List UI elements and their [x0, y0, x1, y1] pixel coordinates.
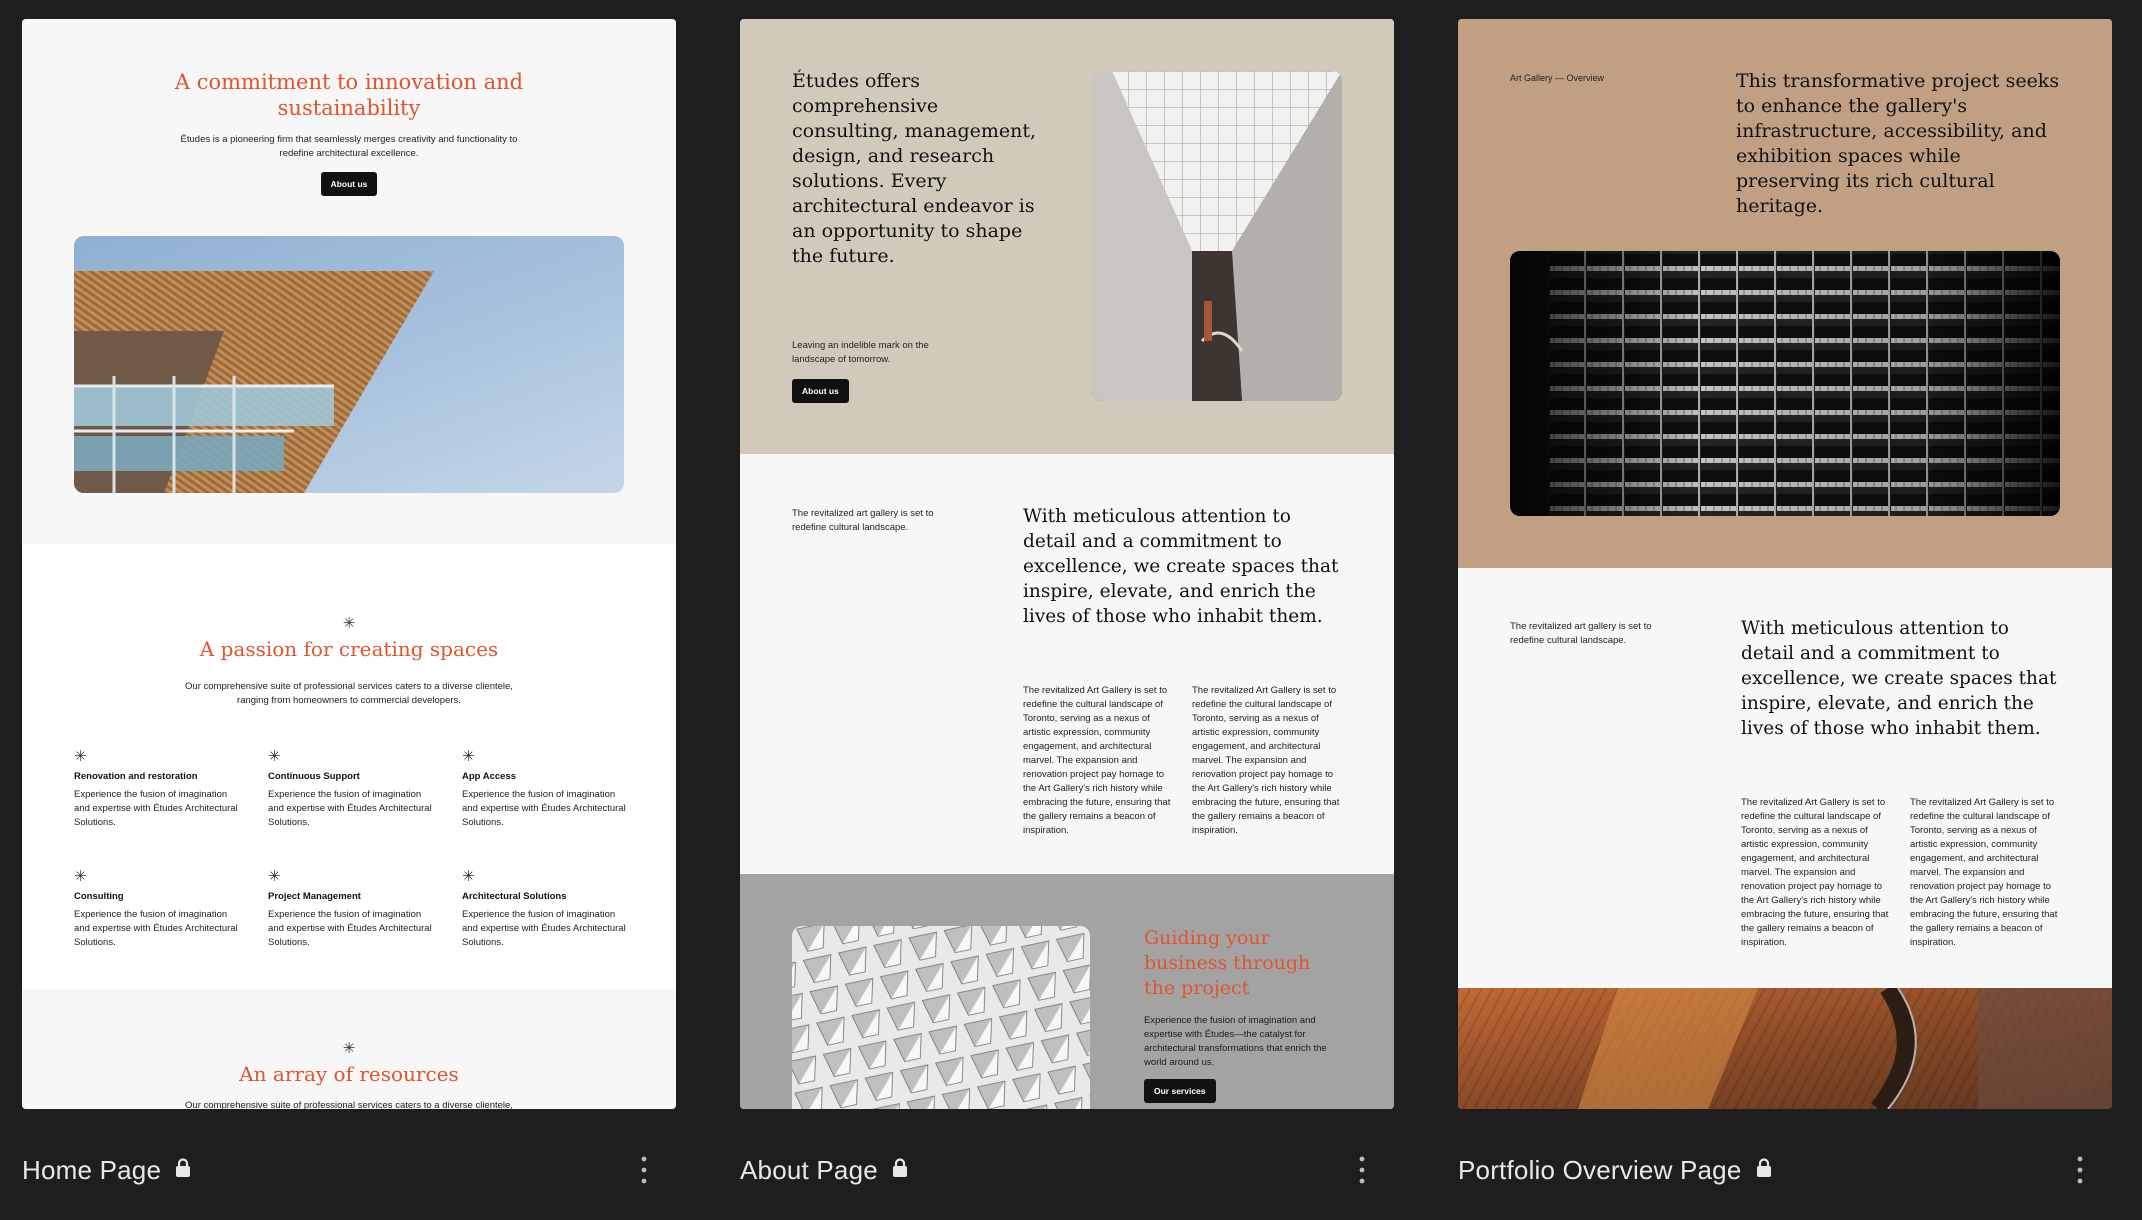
portfolio-content-section: The revitalized art gallery is set to re… — [1458, 568, 2112, 988]
portfolio-hero-image — [1510, 251, 2060, 516]
about-hero-image — [1092, 71, 1342, 401]
asterisk-icon: ✳ — [268, 868, 281, 885]
more-vertical-icon[interactable] — [1352, 1151, 1372, 1189]
lock-icon — [1756, 1157, 1772, 1183]
asterisk-icon: ✳ — [74, 748, 87, 765]
service-title: Consulting — [74, 891, 124, 902]
home-passion-description: Our comprehensive suite of professional … — [185, 681, 513, 706]
portfolio-wood-image — [1458, 988, 2112, 1109]
service-description: Experience the fusion of imagination and… — [268, 909, 432, 948]
portfolio-big-quote: With meticulous attention to detail and … — [1741, 618, 2057, 739]
about-hero-section: Études offers comprehensive consulting, … — [740, 19, 1394, 454]
service-title: Renovation and restoration — [74, 771, 198, 782]
more-vertical-icon[interactable] — [2070, 1151, 2090, 1189]
service-title: Architectural Solutions — [462, 891, 567, 902]
template-card-portfolio[interactable]: Art Gallery — Overview This transformati… — [1458, 19, 2112, 1109]
service-description: Experience the fusion of imagination and… — [74, 909, 238, 948]
template-card-about[interactable]: Études offers comprehensive consulting, … — [740, 19, 1394, 1109]
card-footer-about: About Page — [740, 1145, 1394, 1195]
service-item: ✳ Continuous Support Experience the fusi… — [268, 747, 438, 830]
portfolio-body-column-2: The revitalized Art Gallery is set to re… — [1910, 797, 2058, 948]
portfolio-breadcrumb[interactable]: Art Gallery — Overview — [1510, 73, 1604, 83]
about-big-quote: With meticulous attention to detail and … — [1023, 506, 1339, 627]
portfolio-side-note: The revitalized art gallery is set to re… — [1510, 621, 1652, 646]
card-footer-home: Home Page — [22, 1145, 676, 1195]
about-body-column-2: The revitalized Art Gallery is set to re… — [1192, 685, 1340, 836]
home-hero-title: A commitment to innovation and sustainab… — [174, 70, 524, 120]
asterisk-icon: ✳ — [342, 615, 356, 632]
about-body-column-1: The revitalized Art Gallery is set to re… — [1023, 685, 1171, 836]
home-resources-title: An array of resources — [239, 1062, 459, 1086]
home-hero-section: A commitment to innovation and sustainab… — [22, 19, 676, 544]
service-item: ✳ Renovation and restoration Experience … — [74, 747, 244, 830]
about-guide-title: Guiding your business through the projec… — [1144, 927, 1311, 999]
home-hero-description: Études is a pioneering firm that seamles… — [180, 134, 518, 159]
home-passion-title: A passion for creating spaces — [199, 637, 499, 661]
about-side-note: The revitalized art gallery is set to re… — [792, 508, 934, 533]
card-footer-portfolio: Portfolio Overview Page — [1458, 1145, 2112, 1195]
asterisk-icon: ✳ — [342, 1040, 356, 1057]
service-description: Experience the fusion of imagination and… — [462, 909, 626, 948]
about-services-section: Guiding your business through the projec… — [740, 874, 1394, 1109]
asterisk-icon: ✳ — [74, 868, 87, 885]
asterisk-icon: ✳ — [462, 748, 475, 765]
portfolio-body-column-1: The revitalized Art Gallery is set to re… — [1741, 797, 1889, 948]
home-about-button[interactable]: About us — [320, 172, 378, 196]
service-item: ✳ App Access Experience the fusion of im… — [462, 747, 632, 830]
service-title: Continuous Support — [268, 771, 360, 782]
about-hero-subtext: Leaving an indelible mark on the landsca… — [792, 340, 929, 365]
portfolio-hero-section: Art Gallery — Overview This transformati… — [1458, 19, 2112, 568]
service-title: Project Management — [268, 891, 361, 902]
service-description: Experience the fusion of imagination and… — [268, 789, 432, 828]
service-description: Experience the fusion of imagination and… — [462, 789, 626, 828]
about-services-button[interactable]: Our services — [1144, 1079, 1216, 1103]
template-title[interactable]: Portfolio Overview Page — [1458, 1155, 1742, 1186]
about-content-section: The revitalized art gallery is set to re… — [740, 454, 1394, 874]
asterisk-icon: ✳ — [462, 868, 475, 885]
about-guide-description: Experience the fusion of imagination and… — [1144, 1015, 1327, 1068]
about-hero-text: Études offers comprehensive consulting, … — [792, 70, 1037, 267]
template-card-home[interactable]: A commitment to innovation and sustainab… — [22, 19, 676, 1109]
portfolio-hero-text: This transformative project seeks to enh… — [1736, 70, 2060, 217]
more-vertical-icon[interactable] — [634, 1151, 654, 1189]
service-description: Experience the fusion of imagination and… — [74, 789, 238, 828]
lock-icon — [175, 1157, 191, 1183]
lock-icon — [892, 1157, 908, 1183]
service-item: ✳ Project Management Experience the fusi… — [268, 867, 438, 950]
template-title[interactable]: About Page — [740, 1155, 878, 1186]
home-resources-description: Our comprehensive suite of professional … — [185, 1100, 513, 1109]
about-pattern-image — [792, 926, 1090, 1109]
home-hero-image — [74, 236, 624, 493]
service-title: App Access — [462, 771, 517, 782]
about-about-button[interactable]: About us — [792, 379, 849, 403]
asterisk-icon: ✳ — [268, 748, 281, 765]
home-services-section: ✳ A passion for creating spaces Our comp… — [22, 544, 676, 989]
home-resources-section: ✳ An array of resources Our comprehensiv… — [22, 989, 676, 1109]
template-title[interactable]: Home Page — [22, 1155, 161, 1186]
service-item: ✳ Architectural Solutions Experience the… — [462, 867, 632, 950]
service-item: ✳ Consulting Experience the fusion of im… — [74, 867, 244, 950]
